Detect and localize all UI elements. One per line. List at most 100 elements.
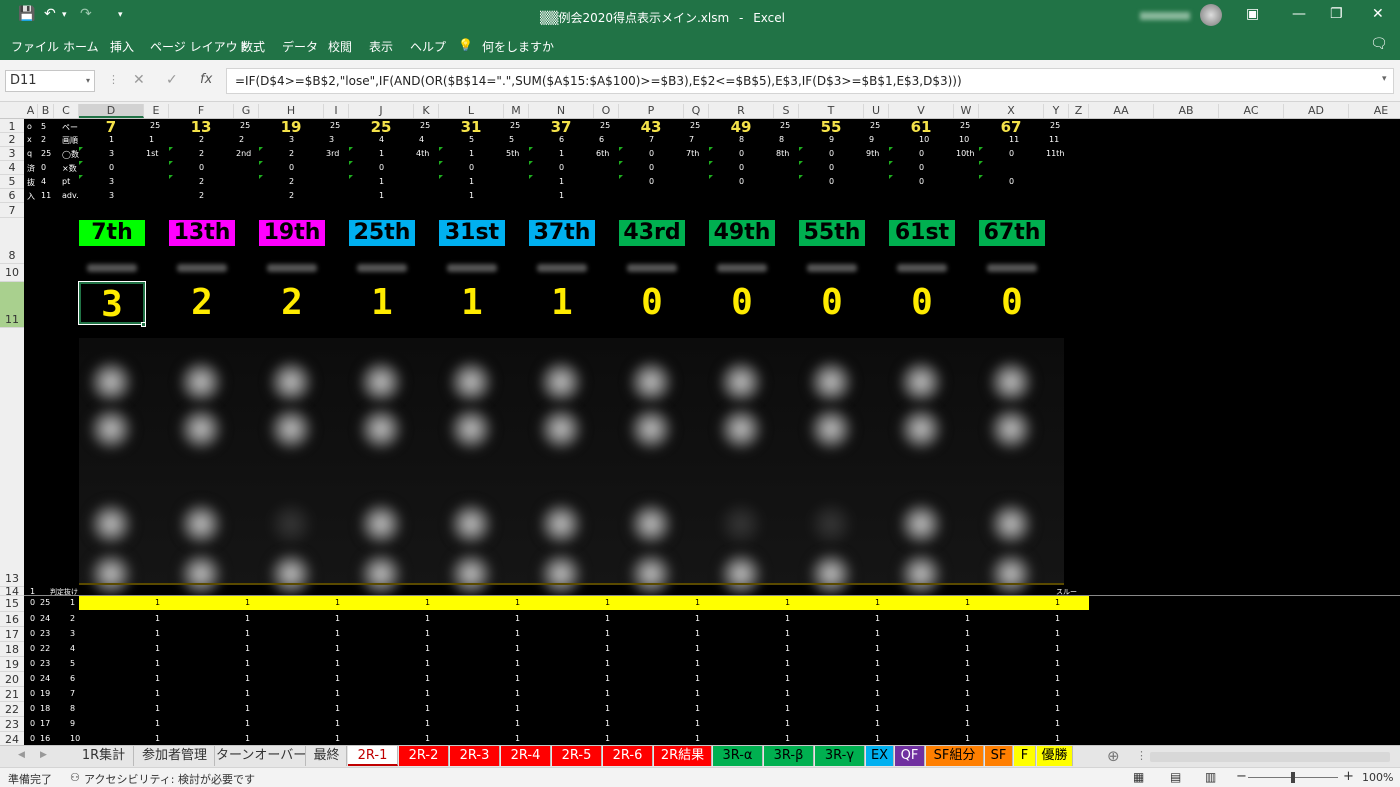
- page-break-view-icon[interactable]: ▥: [1205, 770, 1216, 784]
- row-header-2[interactable]: 2: [0, 133, 24, 147]
- sheet-tab-19[interactable]: 優勝: [1037, 746, 1073, 766]
- score-cell[interactable]: 0: [799, 282, 865, 324]
- score-cell[interactable]: 0: [889, 282, 955, 324]
- row-header-5[interactable]: 5: [0, 175, 24, 189]
- close-icon[interactable]: ✕: [1372, 6, 1384, 22]
- column-header-z[interactable]: Z: [1069, 104, 1089, 118]
- zoom-slider-thumb[interactable]: [1291, 772, 1295, 783]
- score-cell[interactable]: 1: [439, 282, 505, 324]
- tell-me-search[interactable]: 何をしますか: [482, 38, 554, 55]
- score-cell[interactable]: 1: [529, 282, 595, 324]
- spreadsheet-grid[interactable]: A B C D E F G H I J K L M N O P Q R S T U V W X Y Z AA AB AC AD AE 123…: [0, 102, 1400, 747]
- sheet-tab-14[interactable]: EX: [866, 746, 894, 766]
- zoom-out-icon[interactable]: −: [1236, 769, 1247, 784]
- column-header-k[interactable]: K: [414, 104, 439, 118]
- row-header-6[interactable]: 6: [0, 189, 24, 203]
- column-header-m[interactable]: M: [504, 104, 529, 118]
- row-header-19[interactable]: 19: [0, 657, 24, 672]
- score-cell[interactable]: 0: [979, 282, 1045, 324]
- sheet-tab-18[interactable]: F: [1014, 746, 1036, 766]
- chevron-down-icon[interactable]: ▾: [86, 71, 90, 91]
- column-header-s[interactable]: S: [774, 104, 799, 118]
- column-header-q[interactable]: Q: [684, 104, 709, 118]
- column-header-x[interactable]: X: [979, 104, 1044, 118]
- row-header-21[interactable]: 21: [0, 687, 24, 702]
- page-layout-view-icon[interactable]: ▤: [1170, 770, 1181, 784]
- column-header-a[interactable]: A: [24, 104, 38, 118]
- sheet-tab-4[interactable]: 2R-1: [348, 746, 398, 766]
- sheet-tab-13[interactable]: 3R-γ: [815, 746, 865, 766]
- score-cell[interactable]: 2: [169, 282, 235, 324]
- zoom-level[interactable]: 100%: [1362, 771, 1393, 784]
- column-header-o[interactable]: O: [594, 104, 619, 118]
- more-sheets-icon[interactable]: ⋮: [1136, 749, 1147, 762]
- redo-icon[interactable]: ↷: [80, 6, 92, 22]
- column-header-d[interactable]: D: [79, 104, 144, 118]
- tab-insert[interactable]: 挿入: [110, 38, 134, 55]
- score-cell[interactable]: 2: [259, 282, 325, 324]
- tab-view[interactable]: 表示: [369, 38, 393, 55]
- sheet-tab-2[interactable]: ターンオーバー: [216, 746, 306, 766]
- customize-qat-icon[interactable]: ▾: [118, 10, 123, 20]
- sheet-tab-16[interactable]: SF組分: [926, 746, 984, 766]
- tab-data[interactable]: データ: [282, 38, 318, 55]
- enter-icon[interactable]: ✓: [166, 72, 178, 88]
- column-header-b[interactable]: B: [38, 104, 54, 118]
- column-header-g[interactable]: G: [234, 104, 259, 118]
- row-header-16[interactable]: 16: [0, 612, 24, 627]
- column-header-l[interactable]: L: [439, 104, 504, 118]
- minimize-icon[interactable]: —: [1292, 6, 1306, 22]
- row-header-7[interactable]: 7: [0, 203, 24, 218]
- zoom-in-icon[interactable]: +: [1343, 769, 1354, 784]
- row-header-14[interactable]: 14: [0, 586, 24, 597]
- undo-icon[interactable]: ↶: [44, 6, 56, 22]
- horizontal-scrollbar[interactable]: [1150, 752, 1390, 762]
- row-header-15[interactable]: 15: [0, 596, 24, 612]
- score-cell[interactable]: 0: [709, 282, 775, 324]
- column-header-e[interactable]: E: [144, 104, 169, 118]
- tab-formulas[interactable]: 数式: [241, 38, 265, 55]
- name-box[interactable]: D11 ▾: [5, 70, 95, 92]
- tab-scroll-right-icon[interactable]: ▶: [40, 750, 47, 760]
- row-header-10[interactable]: 10: [0, 264, 24, 282]
- tab-scroll-left-icon[interactable]: ◀: [18, 750, 25, 760]
- row-header-22[interactable]: 22: [0, 702, 24, 717]
- column-header-y[interactable]: Y: [1044, 104, 1069, 118]
- column-header-p[interactable]: P: [619, 104, 684, 118]
- row-header-18[interactable]: 18: [0, 642, 24, 657]
- fill-handle[interactable]: [141, 322, 146, 327]
- sheet-tab-9[interactable]: 2R-6: [603, 746, 653, 766]
- tab-home[interactable]: ホーム: [63, 38, 99, 55]
- column-header-ae[interactable]: AE: [1349, 104, 1400, 118]
- column-header-j[interactable]: J: [349, 104, 414, 118]
- formula-input[interactable]: =IF(D$4>=$B$2,"lose",IF(AND(OR($B$14="."…: [226, 68, 1394, 94]
- score-cell[interactable]: 3: [78, 281, 146, 325]
- row-header-3[interactable]: 3: [0, 147, 24, 161]
- column-header-i[interactable]: I: [324, 104, 349, 118]
- sheet-tab-10[interactable]: 2R結果: [654, 746, 712, 766]
- column-header-n[interactable]: N: [529, 104, 594, 118]
- row-header-23[interactable]: 23: [0, 717, 24, 732]
- comments-icon[interactable]: 🗨: [1370, 36, 1388, 52]
- restore-icon[interactable]: ❐: [1330, 6, 1343, 22]
- column-header-u[interactable]: U: [864, 104, 889, 118]
- column-header-aa[interactable]: AA: [1089, 104, 1154, 118]
- tab-review[interactable]: 校閲: [328, 38, 352, 55]
- undo-dropdown-icon[interactable]: ▾: [62, 10, 67, 20]
- ribbon-display-icon[interactable]: ▣: [1246, 6, 1259, 22]
- sheet-tab-17[interactable]: SF: [985, 746, 1013, 766]
- column-header-ad[interactable]: AD: [1284, 104, 1349, 118]
- expand-formula-icon[interactable]: ▾: [1382, 74, 1387, 84]
- row-header-8[interactable]: 8: [0, 218, 24, 264]
- score-cell[interactable]: 0: [619, 282, 685, 324]
- insert-function-button[interactable]: fx: [200, 72, 212, 87]
- column-header-t[interactable]: T: [799, 104, 864, 118]
- row-header-1[interactable]: 1: [0, 120, 24, 133]
- row-header-20[interactable]: 20: [0, 672, 24, 687]
- column-header-h[interactable]: H: [259, 104, 324, 118]
- sheet-tab-15[interactable]: QF: [895, 746, 925, 766]
- sheet-tab-5[interactable]: 2R-2: [399, 746, 449, 766]
- column-header-ab[interactable]: AB: [1154, 104, 1219, 118]
- column-header-r[interactable]: R: [709, 104, 774, 118]
- row-header-17[interactable]: 17: [0, 627, 24, 642]
